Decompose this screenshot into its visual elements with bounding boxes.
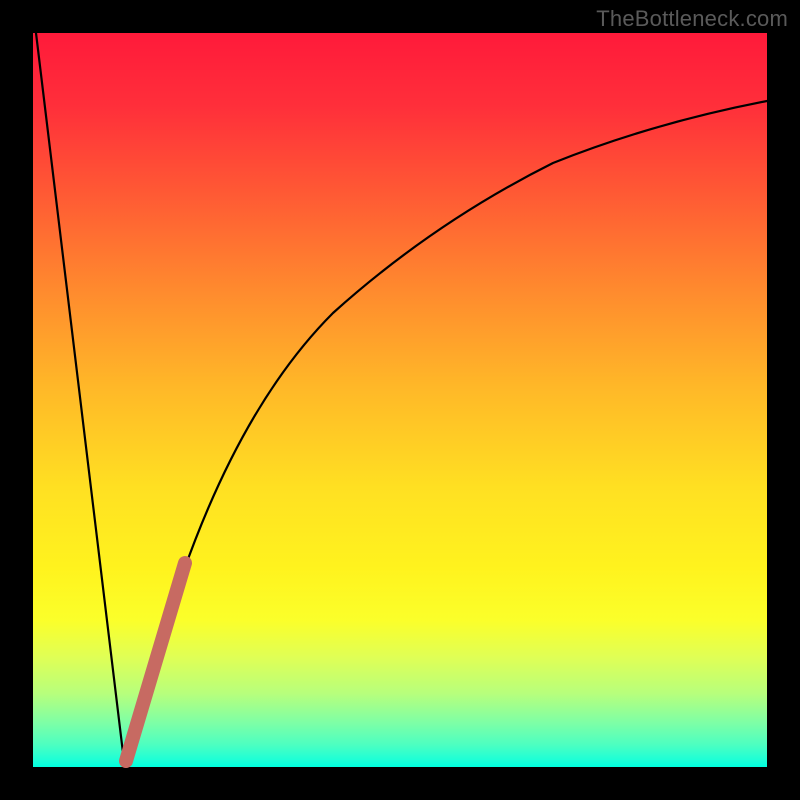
watermark-text: TheBottleneck.com bbox=[596, 6, 788, 32]
chart-frame: TheBottleneck.com bbox=[0, 0, 800, 800]
chart-overlay bbox=[33, 33, 767, 767]
bottleneck-curve-line bbox=[36, 33, 767, 759]
highlight-segment bbox=[126, 563, 185, 761]
